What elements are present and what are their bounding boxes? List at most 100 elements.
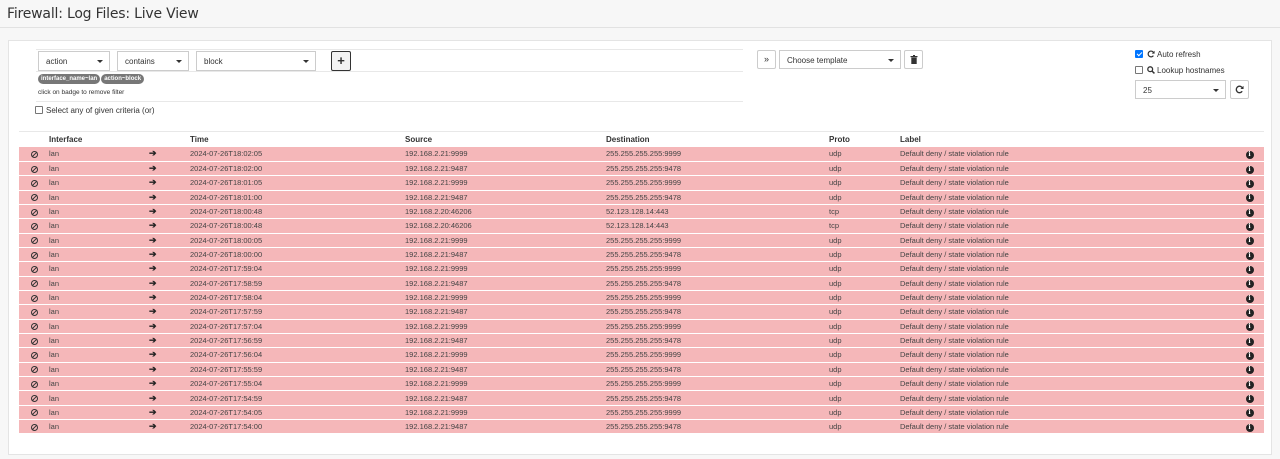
info-icon[interactable]: i bbox=[1245, 280, 1254, 289]
column-header-time[interactable]: Time bbox=[190, 131, 405, 147]
action-cell bbox=[19, 276, 49, 291]
filter-badge[interactable]: interface_name~lan bbox=[38, 74, 101, 84]
source-cell: 192.168.2.21:9487 bbox=[405, 304, 606, 320]
arrow-right-icon: ➔ bbox=[149, 163, 157, 174]
destination-cell: 255.255.255.255:9999 bbox=[606, 347, 829, 363]
block-icon bbox=[30, 308, 38, 316]
info-icon[interactable]: i bbox=[1245, 308, 1254, 317]
table-row[interactable]: lan ➔ 2024-07-26T17:58:04 192.168.2.21:9999… bbox=[19, 290, 1264, 306]
filter-operator-select[interactable]: contains bbox=[117, 51, 189, 71]
table-row[interactable]: lan ➔ 2024-07-26T17:59:04 192.168.2.21:9999… bbox=[19, 261, 1264, 277]
table-row[interactable]: lan ➔ 2024-07-26T17:55:04 192.168.2.21:9999… bbox=[19, 376, 1264, 392]
interface-cell: lan bbox=[49, 161, 149, 177]
column-header-proto[interactable]: Proto bbox=[829, 131, 900, 147]
time-cell: 2024-07-26T18:00:48 bbox=[190, 204, 405, 220]
template-select[interactable]: Choose template bbox=[779, 50, 901, 69]
source-cell: 192.168.2.21:9999 bbox=[405, 347, 606, 363]
direction-cell: ➔ bbox=[149, 261, 190, 277]
info-icon[interactable]: i bbox=[1245, 237, 1254, 246]
table-row[interactable]: lan ➔ 2024-07-26T17:56:04 192.168.2.21:9999… bbox=[19, 347, 1264, 363]
source-cell: 192.168.2.21:9999 bbox=[405, 233, 606, 248]
interface-cell: lan bbox=[49, 175, 149, 191]
filter-badge[interactable]: action~block bbox=[101, 74, 145, 84]
info-cell: i bbox=[1235, 419, 1264, 435]
arrow-right-icon: ➔ bbox=[149, 306, 157, 317]
info-icon[interactable]: i bbox=[1245, 208, 1254, 217]
interface-cell: lan bbox=[49, 347, 149, 363]
column-header-label[interactable]: Label bbox=[900, 131, 1235, 147]
table-row[interactable]: lan ➔ 2024-07-26T18:01:00 192.168.2.21:9487… bbox=[19, 190, 1264, 205]
arrow-right-icon: ➔ bbox=[149, 148, 157, 159]
block-icon bbox=[30, 165, 38, 173]
destination-cell: 52.123.128.14:443 bbox=[606, 218, 829, 234]
table-row[interactable]: lan ➔ 2024-07-26T17:54:59 192.168.2.21:9487… bbox=[19, 390, 1264, 406]
proto-cell: udp bbox=[829, 319, 900, 334]
auto-refresh-checkbox[interactable] bbox=[1135, 50, 1143, 58]
direction-cell: ➔ bbox=[149, 419, 190, 435]
page-title: Firewall: Log Files: Live View bbox=[7, 6, 199, 22]
info-cell: i bbox=[1235, 405, 1264, 421]
table-row[interactable]: lan ➔ 2024-07-26T18:00:48 192.168.2.20:4620… bbox=[19, 204, 1264, 220]
action-cell bbox=[19, 419, 49, 435]
info-icon[interactable]: i bbox=[1245, 366, 1254, 375]
table-row[interactable]: lan ➔ 2024-07-26T18:02:05 192.168.2.21:9999… bbox=[19, 147, 1264, 162]
action-cell bbox=[19, 390, 49, 406]
column-header-destination[interactable]: Destination bbox=[606, 131, 829, 147]
label-cell: Default deny / state violation rule bbox=[900, 147, 1235, 162]
info-icon[interactable]: i bbox=[1245, 323, 1254, 332]
info-icon[interactable]: i bbox=[1245, 395, 1254, 404]
table-row[interactable]: lan ➔ 2024-07-26T17:54:00 192.168.2.21:9487… bbox=[19, 419, 1264, 435]
block-icon bbox=[30, 150, 38, 158]
interface-cell: lan bbox=[49, 390, 149, 406]
table-row[interactable]: lan ➔ 2024-07-26T17:58:59 192.168.2.21:9487… bbox=[19, 276, 1264, 291]
column-header-interface[interactable]: Interface bbox=[49, 131, 149, 147]
refresh-button[interactable] bbox=[1230, 80, 1249, 99]
table-row[interactable]: lan ➔ 2024-07-26T17:57:59 192.168.2.21:9487… bbox=[19, 304, 1264, 320]
delete-template-button[interactable] bbox=[904, 50, 923, 69]
filter-hint: click on badge to remove filter bbox=[38, 89, 125, 96]
expand-template-button[interactable]: » bbox=[757, 50, 776, 69]
info-icon[interactable]: i bbox=[1245, 351, 1254, 360]
info-icon[interactable]: i bbox=[1245, 194, 1254, 203]
template-placeholder: Choose template bbox=[787, 56, 848, 65]
info-cell: i bbox=[1235, 304, 1264, 320]
table-row[interactable]: lan ➔ 2024-07-26T18:02:00 192.168.2.21:9487… bbox=[19, 161, 1264, 177]
table-row[interactable]: lan ➔ 2024-07-26T17:54:05 192.168.2.21:9999… bbox=[19, 405, 1264, 421]
table-row[interactable]: lan ➔ 2024-07-26T18:00:48 192.168.2.20:4620… bbox=[19, 218, 1264, 234]
add-filter-button[interactable]: + bbox=[331, 51, 351, 71]
table-row[interactable]: lan ➔ 2024-07-26T18:00:00 192.168.2.21:9487… bbox=[19, 247, 1264, 263]
lookup-hostnames-checkbox[interactable] bbox=[1135, 66, 1143, 74]
info-icon[interactable]: i bbox=[1245, 165, 1254, 174]
info-icon[interactable]: i bbox=[1245, 380, 1254, 389]
table-row[interactable]: lan ➔ 2024-07-26T17:57:04 192.168.2.21:9999… bbox=[19, 319, 1264, 334]
interface-cell: lan bbox=[49, 147, 149, 162]
info-icon[interactable]: i bbox=[1245, 423, 1254, 432]
time-cell: 2024-07-26T17:54:00 bbox=[190, 419, 405, 435]
info-icon[interactable]: i bbox=[1245, 409, 1254, 418]
label-cell: Default deny / state violation rule bbox=[900, 290, 1235, 306]
chevron-down-icon bbox=[176, 60, 182, 63]
label-cell: Default deny / state violation rule bbox=[900, 204, 1235, 220]
info-icon[interactable]: i bbox=[1245, 294, 1254, 303]
filter-value-select[interactable]: block bbox=[196, 51, 316, 71]
filter-field-select[interactable]: action bbox=[38, 51, 110, 71]
info-icon[interactable]: i bbox=[1245, 265, 1254, 274]
column-header-source[interactable]: Source bbox=[405, 131, 606, 147]
page-size-value: 25 bbox=[1143, 86, 1152, 95]
arrow-right-icon: ➔ bbox=[149, 392, 157, 403]
page-size-select[interactable]: 25 bbox=[1135, 80, 1226, 99]
time-cell: 2024-07-26T17:58:04 bbox=[190, 290, 405, 306]
info-icon[interactable]: i bbox=[1245, 251, 1254, 260]
info-cell: i bbox=[1235, 290, 1264, 306]
any-criteria-checkbox[interactable] bbox=[35, 106, 43, 114]
info-icon[interactable]: i bbox=[1245, 179, 1254, 188]
info-icon[interactable]: i bbox=[1245, 150, 1254, 159]
table-row[interactable]: lan ➔ 2024-07-26T17:56:59 192.168.2.21:9487… bbox=[19, 333, 1264, 349]
table-row[interactable]: lan ➔ 2024-07-26T18:01:05 192.168.2.21:9999… bbox=[19, 175, 1264, 191]
log-table-body: lan ➔ 2024-07-26T18:02:05 192.168.2.21:9999… bbox=[19, 147, 1264, 435]
direction-cell: ➔ bbox=[149, 161, 190, 177]
info-icon[interactable]: i bbox=[1245, 337, 1254, 346]
table-row[interactable]: lan ➔ 2024-07-26T18:00:05 192.168.2.21:9999… bbox=[19, 233, 1264, 248]
info-icon[interactable]: i bbox=[1245, 222, 1254, 231]
table-row[interactable]: lan ➔ 2024-07-26T17:55:59 192.168.2.21:9487… bbox=[19, 362, 1264, 378]
